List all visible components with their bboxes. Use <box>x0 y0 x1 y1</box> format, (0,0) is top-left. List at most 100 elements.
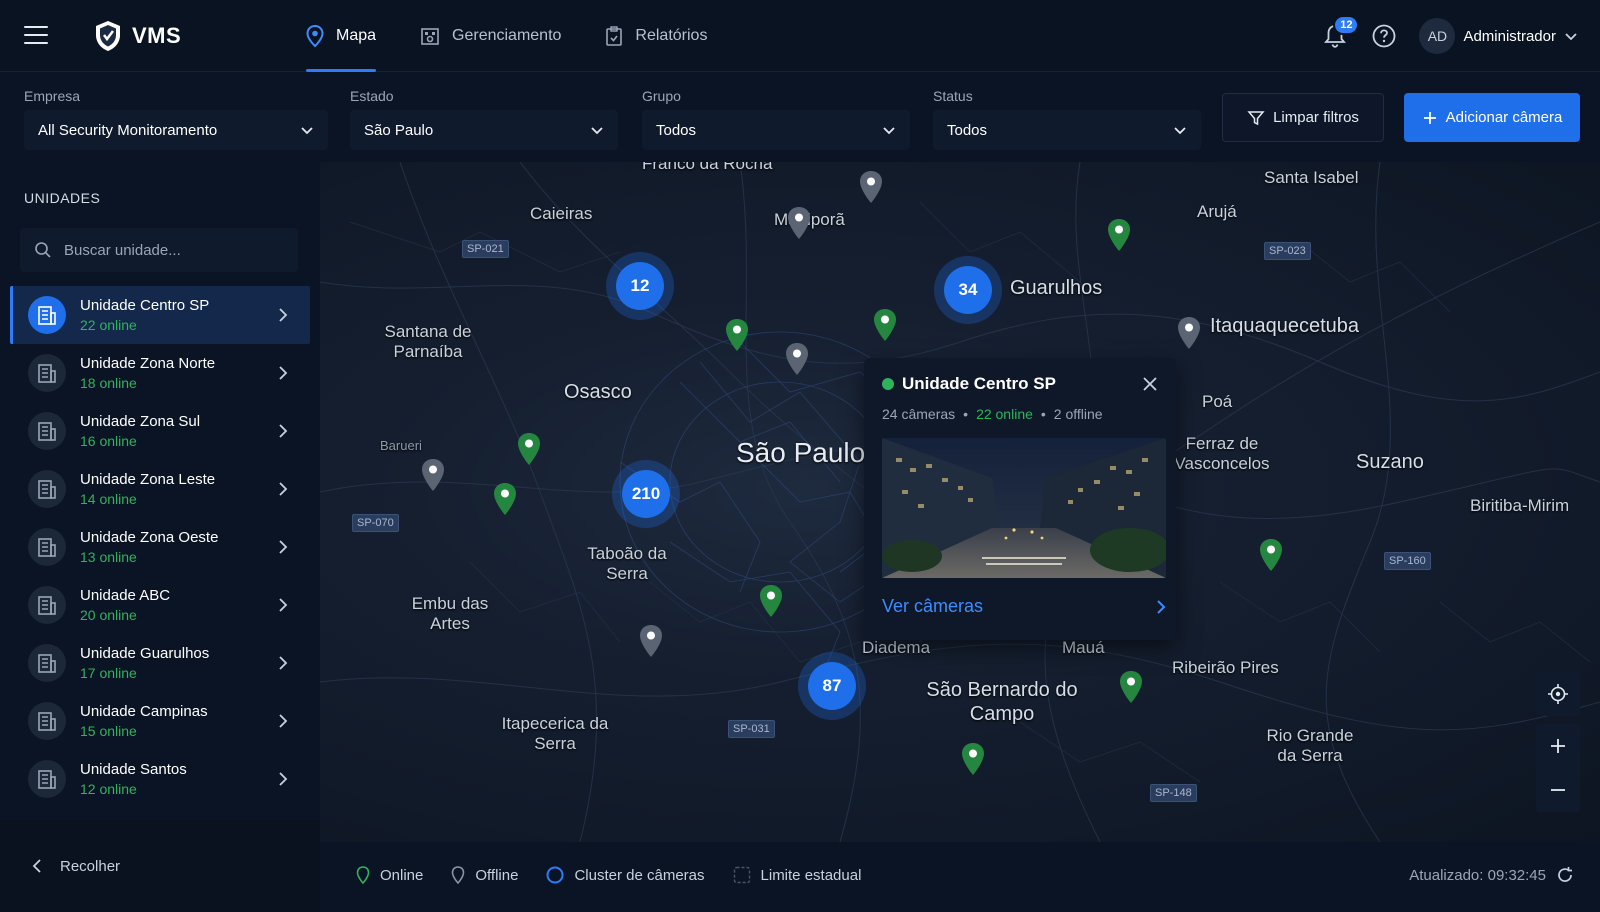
estado-select[interactable]: São Paulo <box>350 110 618 150</box>
filter-label: Empresa <box>24 88 81 104</box>
view-cameras-link[interactable]: Ver câmeras <box>882 596 1166 617</box>
unit-item-zona-leste[interactable]: Unidade Zona Leste 14 online <box>10 460 310 518</box>
chevron-down-icon <box>1174 127 1186 135</box>
grupo-select[interactable]: Todos <box>642 110 910 150</box>
hamburger-menu-icon[interactable] <box>24 26 48 46</box>
unit-item-zona-norte[interactable]: Unidade Zona Norte 18 online <box>10 344 310 402</box>
legend-label: Limite estadual <box>760 866 862 884</box>
view-cameras-label: Ver câmeras <box>882 596 984 616</box>
popup-meta: 24 câmeras • 22 online • 2 offline <box>882 406 1103 422</box>
city-label-embu-das-artes: Embu das Artes <box>411 594 489 634</box>
legend-label: Cluster de câmeras <box>574 866 705 884</box>
offline-camera-pin-icon[interactable] <box>638 624 664 658</box>
empresa-select[interactable]: All Security Monitoramento <box>24 110 328 150</box>
app-root: VMS Mapa Gerenciamento Relatórios 12 AD … <box>0 0 1600 912</box>
zoom-out-button[interactable] <box>1536 768 1580 812</box>
unit-status: 12 online <box>80 781 137 797</box>
offline-camera-pin-icon[interactable] <box>786 206 812 240</box>
nav-gerenciamento[interactable]: Gerenciamento <box>420 0 561 72</box>
chevron-right-icon <box>279 656 288 670</box>
notification-count-badge: 12 <box>1333 15 1360 35</box>
unit-item-zona-oeste[interactable]: Unidade Zona Oeste 13 online <box>10 518 310 576</box>
camera-cluster[interactable]: 210 <box>612 460 680 528</box>
nav-relatorios[interactable]: Relatórios <box>605 0 707 72</box>
online-camera-pin-icon[interactable] <box>724 318 750 352</box>
collapse-sidebar-button[interactable]: Recolher <box>0 820 320 912</box>
user-menu[interactable]: AD Administrador <box>1419 18 1578 54</box>
building-gear-icon <box>421 28 439 45</box>
unit-status: 20 online <box>80 607 137 623</box>
offline-camera-pin-icon[interactable] <box>784 342 810 376</box>
unit-name: Unidade Zona Norte <box>80 355 216 372</box>
unit-item-campinas[interactable]: Unidade Campinas 15 online <box>10 692 310 750</box>
building-icon <box>28 296 66 334</box>
brand-logo[interactable]: VMS <box>94 20 181 52</box>
select-value: Todos <box>947 121 988 139</box>
online-camera-pin-icon[interactable] <box>872 308 898 342</box>
unit-name: Unidade Zona Sul <box>80 413 201 430</box>
legend-offline: Offline <box>451 866 518 884</box>
refresh-icon[interactable] <box>1556 866 1574 884</box>
notifications-button[interactable]: 12 <box>1323 15 1360 49</box>
filter-icon <box>1247 110 1265 125</box>
city-label-santa-isabel: Santa Isabel <box>1264 168 1359 187</box>
camera-cluster[interactable]: 34 <box>934 256 1002 324</box>
online-camera-pin-icon[interactable] <box>1118 670 1144 704</box>
city-label-caieiras: Caieiras <box>530 204 593 223</box>
chevron-down-icon <box>1565 33 1577 41</box>
city-label-itaquaquecetuba: Itaquaquecetuba <box>1210 315 1360 337</box>
offline-camera-pin-icon[interactable] <box>1176 316 1202 350</box>
chevron-right-icon <box>279 366 288 380</box>
unit-item-abc[interactable]: Unidade ABC 20 online <box>10 576 310 634</box>
unit-item-zona-sul[interactable]: Unidade Zona Sul 16 online <box>10 402 310 460</box>
add-camera-label: Adicionar câmera <box>1445 109 1563 126</box>
online-camera-pin-icon[interactable] <box>492 482 518 516</box>
add-camera-button[interactable]: Adicionar câmera <box>1404 93 1580 142</box>
shield-logo-icon <box>96 21 120 51</box>
building-icon <box>28 528 66 566</box>
online-camera-pin-icon[interactable] <box>516 432 542 466</box>
cluster-count: 87 <box>808 662 856 710</box>
chevron-right-icon <box>279 308 288 322</box>
city-label-poa: Poá <box>1202 392 1233 411</box>
nav-mapa[interactable]: Mapa <box>306 0 377 72</box>
last-updated: Atualizado: 09:32:45 <box>1409 866 1574 884</box>
offline-camera-pin-icon[interactable] <box>858 170 884 204</box>
status-select[interactable]: Todos <box>933 110 1201 150</box>
zoom-in-button[interactable] <box>1536 724 1580 768</box>
camera-preview-image[interactable] <box>882 438 1166 578</box>
unit-status: 13 online <box>80 549 137 565</box>
camera-cluster[interactable]: 12 <box>606 252 674 320</box>
select-value: Todos <box>656 121 697 139</box>
clear-filters-button[interactable]: Limpar filtros <box>1222 93 1384 142</box>
online-camera-pin-icon[interactable] <box>960 742 986 776</box>
online-camera-pin-icon[interactable] <box>758 584 784 618</box>
road-shield-sp021: SP-021 <box>462 240 509 258</box>
road-shield-sp070: SP-070 <box>352 514 399 532</box>
nav-label: Gerenciamento <box>452 27 562 44</box>
select-value: São Paulo <box>364 121 434 139</box>
help-button[interactable] <box>1371 23 1397 49</box>
offline-camera-pin-icon[interactable] <box>420 458 446 492</box>
unit-status: 22 online <box>80 317 137 333</box>
select-value: All Security Monitoramento <box>38 121 218 139</box>
unit-name: Unidade ABC <box>80 587 171 604</box>
unit-item-centro-sp[interactable]: Unidade Centro SP 22 online <box>10 286 310 344</box>
locate-control <box>1536 672 1580 716</box>
close-icon[interactable] <box>1142 376 1158 392</box>
separator-dot: • <box>963 406 969 422</box>
online-camera-pin-icon[interactable] <box>1106 218 1132 252</box>
city-label-biritiba-mirim: Biritiba-Mirim <box>1470 496 1570 515</box>
unit-item-guarulhos[interactable]: Unidade Guarulhos 17 online <box>10 634 310 692</box>
popup-title: Unidade Centro SP <box>882 374 1056 394</box>
search-input[interactable] <box>64 241 274 259</box>
unit-item-santos[interactable]: Unidade Santos 12 online <box>10 750 310 808</box>
unit-popup: Unidade Centro SP 24 câmeras • 22 online… <box>864 358 1176 640</box>
camera-cluster[interactable]: 87 <box>798 652 866 720</box>
chevron-right-icon <box>279 598 288 612</box>
zoom-control <box>1536 724 1580 812</box>
locate-button[interactable] <box>1536 672 1580 716</box>
city-label-sao-paulo: São Paulo <box>736 437 866 468</box>
online-camera-pin-icon[interactable] <box>1258 538 1284 572</box>
city-label-guarulhos: Guarulhos <box>1010 277 1103 299</box>
